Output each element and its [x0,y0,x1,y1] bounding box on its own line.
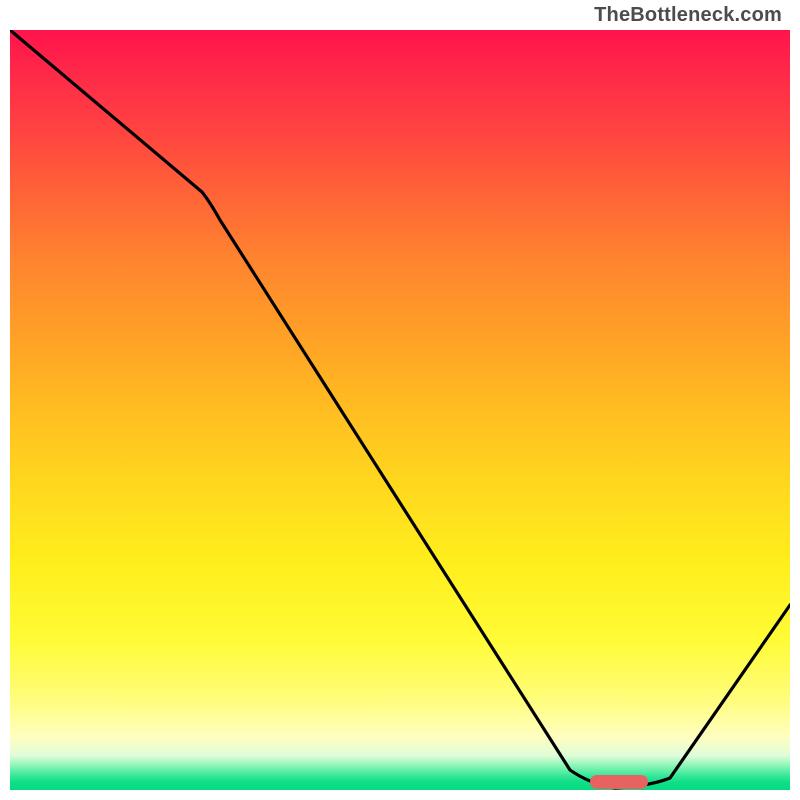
bottleneck-curve-path [10,30,790,788]
attribution-label: TheBottleneck.com [594,4,782,27]
plot-area [10,30,790,790]
optimum-marker [590,775,648,789]
chart-container: TheBottleneck.com [0,0,800,800]
curve-svg [10,30,790,790]
